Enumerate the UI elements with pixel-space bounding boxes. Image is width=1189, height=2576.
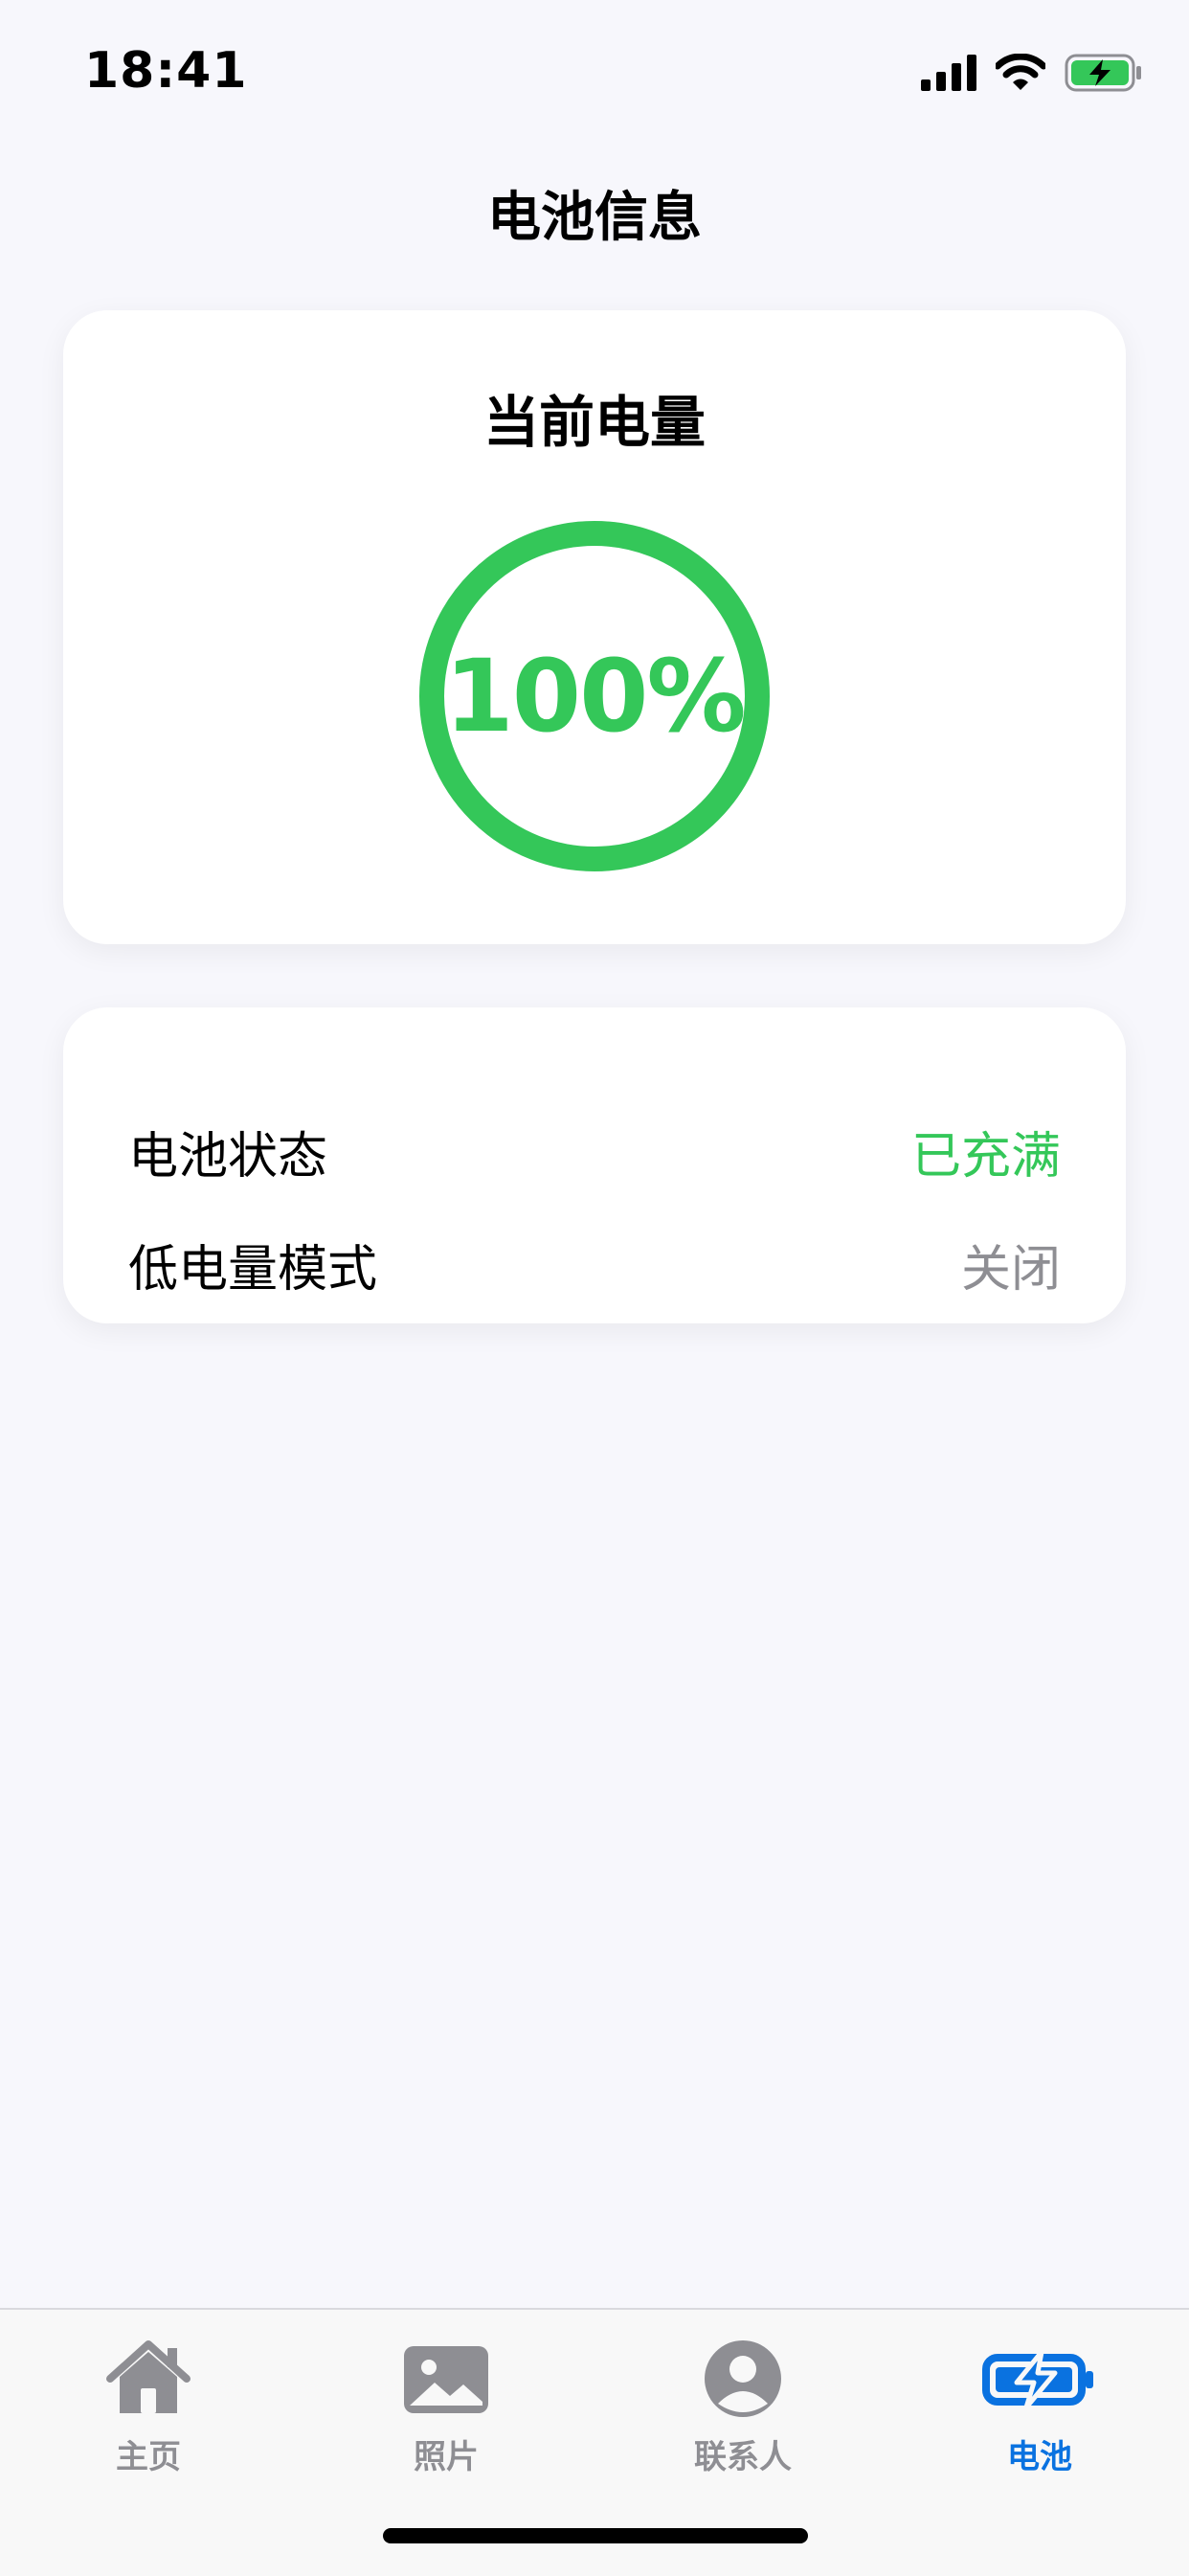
- house-icon: [106, 2340, 191, 2413]
- tab-battery[interactable]: 电池: [944, 2333, 1135, 2476]
- tab-contacts[interactable]: 联系人: [647, 2333, 839, 2476]
- tab-contacts-label: 联系人: [694, 2438, 792, 2476]
- photo-icon: [404, 2346, 488, 2413]
- low-power-mode-label: 低电量模式: [128, 1240, 378, 1299]
- battery-bolt-icon: [982, 2349, 1093, 2410]
- person-circle-icon: [705, 2340, 781, 2417]
- status-bar: 18:41: [0, 0, 1189, 144]
- tab-home-label: 主页: [116, 2438, 181, 2476]
- tab-photos[interactable]: 照片: [350, 2333, 542, 2476]
- page-title: 电池信息: [487, 187, 702, 249]
- tab-photos-label: 照片: [414, 2438, 479, 2476]
- battery-info-card: 电池状态 已充满 低电量模式 关闭: [63, 1007, 1126, 1323]
- status-icons: [921, 50, 1143, 96]
- battery-status-label: 电池状态: [128, 1127, 328, 1186]
- low-power-mode-row[interactable]: 低电量模式 关闭: [128, 1226, 1061, 1302]
- battery-percent: 100%: [444, 638, 746, 755]
- low-power-mode-value: 关闭: [960, 1240, 1061, 1299]
- home-indicator: [383, 2528, 808, 2543]
- status-time: 18:41: [84, 42, 248, 100]
- tab-home[interactable]: 主页: [53, 2333, 244, 2476]
- wifi-icon: [996, 54, 1045, 90]
- battery-level-card: 当前电量 100%: [63, 310, 1126, 944]
- battery-charging-icon: [1065, 54, 1141, 92]
- battery-status-row: 电池状态 已充满: [128, 1113, 1061, 1189]
- tab-battery-label: 电池: [1007, 2438, 1072, 2476]
- battery-card-title: 当前电量: [482, 390, 706, 455]
- cellular-signal-icon: [921, 55, 976, 91]
- battery-status-value: 已充满: [910, 1127, 1061, 1186]
